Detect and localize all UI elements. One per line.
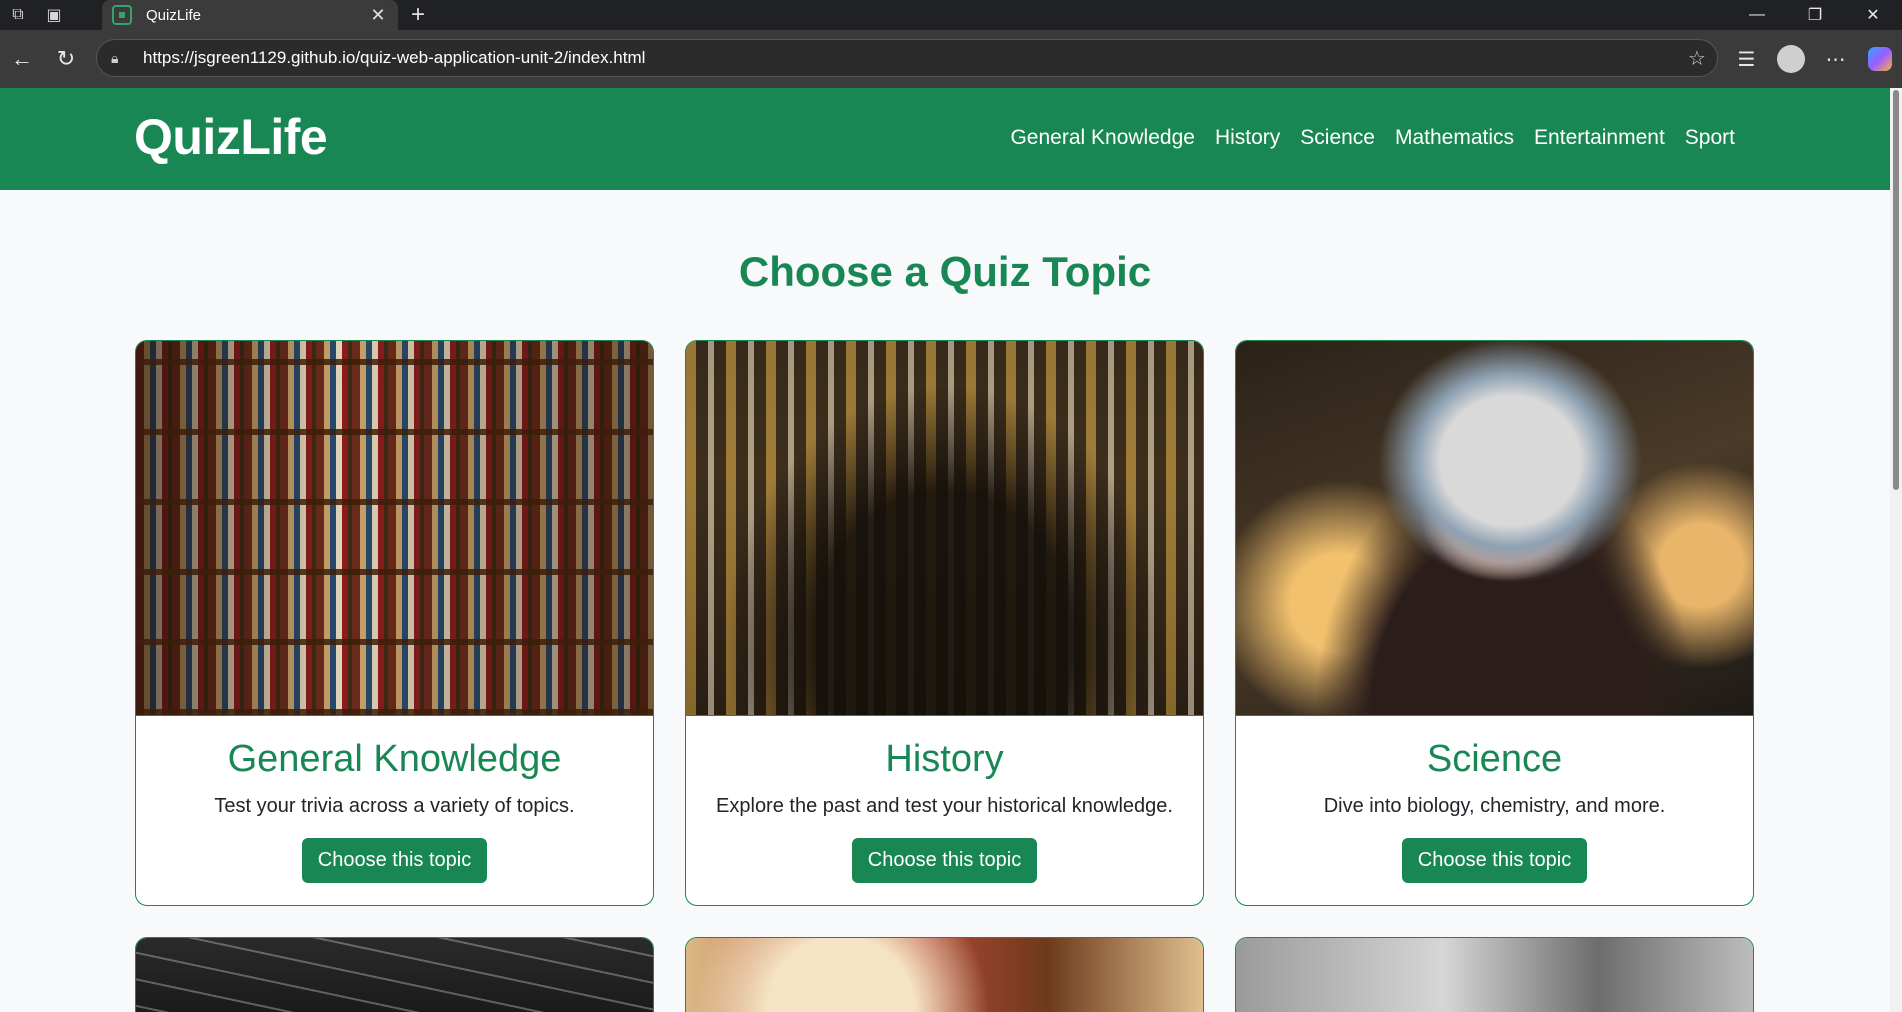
choose-topic-button[interactable]: Choose this topic xyxy=(301,838,488,883)
window-controls: — ❐ ✕ xyxy=(1728,0,1902,30)
card-image-chalkboard xyxy=(136,938,653,1012)
restore-icon[interactable]: ❐ xyxy=(1786,0,1844,30)
url-text[interactable]: https://jsgreen1129.github.io/quiz-web-a… xyxy=(143,48,1677,68)
topic-card-sport-partial xyxy=(1235,937,1754,1012)
site-navbar: QuizLife General Knowledge History Scien… xyxy=(0,88,1890,190)
card-description: Test your trivia across a variety of top… xyxy=(214,795,575,817)
site-brand[interactable]: QuizLife xyxy=(134,108,328,166)
minimize-icon[interactable]: — xyxy=(1728,0,1786,30)
card-body: Science Dive into biology, chemistry, an… xyxy=(1236,715,1753,905)
star-icon[interactable]: ☆ xyxy=(1677,46,1717,71)
browser-tab-bar: ⧉ ▣ QuizLife ✕ + — ❐ ✕ xyxy=(0,0,1902,30)
browser-toolbar: ← ↻ 🔒︎ https://jsgreen1129.github.io/qui… xyxy=(0,30,1902,88)
nav-link-science[interactable]: Science xyxy=(1290,126,1385,150)
nav-link-general-knowledge[interactable]: General Knowledge xyxy=(1000,126,1204,150)
nav-link-entertainment[interactable]: Entertainment xyxy=(1524,126,1675,150)
back-icon[interactable]: ← xyxy=(0,39,44,79)
page-scrollbar[interactable] xyxy=(1890,88,1902,1012)
card-image-popcorn xyxy=(686,938,1203,1012)
scrollbar-thumb[interactable] xyxy=(1893,90,1899,490)
lock-icon[interactable]: 🔒︎ xyxy=(111,50,133,67)
card-body: History Explore the past and test your h… xyxy=(686,715,1203,905)
nav-link-history[interactable]: History xyxy=(1205,126,1290,150)
card-description: Explore the past and test your historica… xyxy=(716,795,1173,817)
card-image-painting xyxy=(686,341,1203,715)
card-image-books xyxy=(136,341,653,715)
card-image-einstein-figure xyxy=(1236,341,1753,715)
card-body: General Knowledge Test your trivia acros… xyxy=(136,715,653,905)
tab-title: QuizLife xyxy=(146,6,202,24)
new-tab-icon[interactable]: + xyxy=(398,0,438,30)
nav-link-sport[interactable]: Sport xyxy=(1675,126,1745,150)
page-viewport: QuizLife General Knowledge History Scien… xyxy=(0,88,1890,1012)
topic-card-general-knowledge: General Knowledge Test your trivia acros… xyxy=(135,340,654,906)
choose-topic-button[interactable]: Choose this topic xyxy=(851,838,1038,883)
window-close-icon[interactable]: ✕ xyxy=(1844,0,1902,30)
topic-card-science: Science Dive into biology, chemistry, an… xyxy=(1235,340,1754,906)
choose-topic-button[interactable]: Choose this topic xyxy=(1401,838,1588,883)
workspaces-icon[interactable]: ⧉ xyxy=(0,0,36,30)
favorites-icon[interactable]: ☰ xyxy=(1724,30,1769,88)
address-bar[interactable]: 🔒︎ https://jsgreen1129.github.io/quiz-we… xyxy=(96,39,1718,77)
close-icon[interactable]: ✕ xyxy=(368,5,388,26)
browser-tab[interactable]: QuizLife ✕ xyxy=(102,0,398,30)
nav-links: General Knowledge History Science Mathem… xyxy=(1000,126,1745,150)
more-icon[interactable]: ⋯ xyxy=(1813,30,1858,88)
card-image-sport xyxy=(1236,938,1753,1012)
refresh-icon[interactable]: ↻ xyxy=(44,39,88,79)
favicon-icon xyxy=(112,5,132,25)
profile-icon[interactable] xyxy=(1777,45,1805,73)
card-title: Science xyxy=(1426,738,1563,780)
topic-card-entertainment-partial xyxy=(685,937,1204,1012)
tab-actions-icon[interactable]: ▣ xyxy=(36,0,72,30)
card-description: Dive into biology, chemistry, and more. xyxy=(1323,795,1666,817)
card-title: General Knowledge xyxy=(227,738,562,780)
card-title: History xyxy=(885,738,1004,780)
copilot-icon[interactable] xyxy=(1868,47,1892,71)
page-title: Choose a Quiz Topic xyxy=(738,248,1152,295)
topic-card-history: History Explore the past and test your h… xyxy=(685,340,1204,906)
nav-link-mathematics[interactable]: Mathematics xyxy=(1385,126,1524,150)
topic-card-mathematics-partial xyxy=(135,937,654,1012)
